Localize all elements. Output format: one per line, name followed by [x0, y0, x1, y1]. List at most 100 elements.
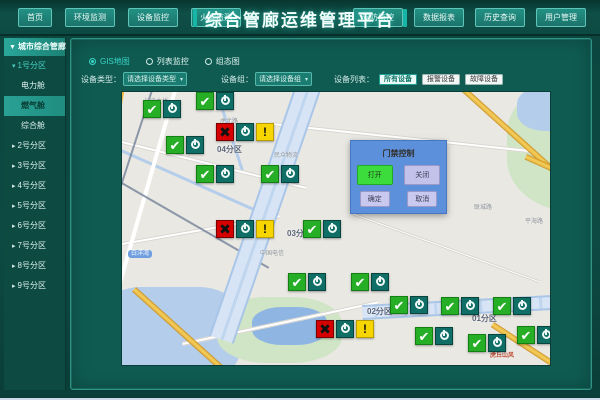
sidebar-item-0[interactable]: ▾1号分区: [4, 56, 65, 76]
nav-left-button-1[interactable]: 环境监测: [65, 8, 115, 27]
device-list-button-1[interactable]: 报警设备: [422, 74, 460, 85]
device-group-select[interactable]: 请选择设备组▾: [255, 72, 312, 86]
view-mode-label: 组态图: [216, 56, 240, 67]
device-marker-14[interactable]: ✔: [415, 327, 453, 345]
zone-label: 02分区: [367, 306, 392, 317]
device-list-buttons: 所有设备报警设备故障设备: [374, 74, 503, 84]
chevron-down-icon: ▼: [9, 44, 16, 51]
power-icon[interactable]: [336, 320, 354, 338]
power-icon[interactable]: [371, 273, 389, 291]
title-bar-right-icon: [403, 9, 407, 27]
device-marker-13[interactable]: ✔: [493, 297, 531, 315]
ok-button[interactable]: 确定: [360, 191, 390, 207]
status-ok-icon[interactable]: ✔: [196, 165, 214, 183]
sidebar-item-1[interactable]: 电力舱: [4, 76, 65, 96]
sidebar-item-3[interactable]: 综合舱: [4, 116, 65, 136]
power-icon[interactable]: [281, 165, 299, 183]
sidebar-root-node[interactable]: ▼城市综合管廊: [4, 38, 65, 56]
device-marker-12[interactable]: ✔: [441, 297, 479, 315]
power-icon[interactable]: [410, 296, 428, 314]
device-marker-9[interactable]: ✔: [351, 273, 389, 291]
status-ok-icon[interactable]: ✔: [415, 327, 433, 345]
power-icon[interactable]: [308, 273, 326, 291]
device-group-value: 请选择设备组: [259, 76, 301, 83]
status-ok-icon[interactable]: ✔: [390, 296, 408, 314]
power-icon[interactable]: [216, 165, 234, 183]
power-icon[interactable]: [323, 220, 341, 238]
view-mode-2[interactable]: 组态图: [205, 56, 240, 67]
cancel-button[interactable]: 取消: [407, 191, 437, 207]
device-marker-7[interactable]: ✔: [303, 220, 341, 238]
device-list-button-2[interactable]: 故障设备: [465, 74, 503, 85]
status-fault-icon[interactable]: ✖: [216, 220, 234, 238]
power-icon[interactable]: [435, 327, 453, 345]
warning-icon[interactable]: !: [356, 320, 374, 338]
sidebar-item-10[interactable]: ▸8号分区: [4, 256, 65, 276]
status-fault-icon[interactable]: ✖: [316, 320, 334, 338]
device-marker-4[interactable]: ✔: [196, 165, 234, 183]
sidebar-item-7[interactable]: ▸5号分区: [4, 196, 65, 216]
nav-right-button-3[interactable]: 用户管理: [536, 8, 586, 27]
title-bar-left-icon: [193, 9, 197, 27]
device-marker-11[interactable]: ✔: [390, 296, 428, 314]
sidebar-item-11[interactable]: ▸9号分区: [4, 276, 65, 296]
status-ok-icon[interactable]: ✔: [166, 136, 184, 154]
status-ok-icon[interactable]: ✔: [468, 334, 486, 352]
device-marker-0[interactable]: ✔: [143, 100, 181, 118]
sidebar-item-5[interactable]: ▸3号分区: [4, 156, 65, 176]
status-ok-icon[interactable]: ✔: [143, 100, 161, 118]
sidebar-item-4[interactable]: ▸2号分区: [4, 136, 65, 156]
app-window: 首页环境监测设备监控火灾监测 综合管廊运维管理平台 安防监控数据报表历史查询用户…: [0, 0, 600, 400]
device-marker-3[interactable]: ✔: [166, 136, 204, 154]
status-ok-icon[interactable]: ✔: [196, 92, 214, 110]
close-button[interactable]: 关闭: [404, 165, 440, 185]
status-ok-icon[interactable]: ✔: [288, 273, 306, 291]
power-icon[interactable]: [537, 326, 551, 344]
warning-icon[interactable]: !: [256, 220, 274, 238]
chevron-right-icon: ▸: [12, 163, 16, 170]
device-marker-5[interactable]: ✔: [261, 165, 299, 183]
sidebar-item-label: 5号分区: [18, 201, 46, 210]
device-marker-2[interactable]: ✖!: [216, 123, 274, 141]
status-ok-icon[interactable]: ✔: [493, 297, 511, 315]
power-icon[interactable]: [513, 297, 531, 315]
power-icon[interactable]: [186, 136, 204, 154]
chevron-right-icon: ▸: [12, 143, 16, 150]
status-ok-icon[interactable]: ✔: [351, 273, 369, 291]
status-ok-icon[interactable]: ✔: [261, 165, 279, 183]
sidebar-item-label: 7号分区: [18, 241, 46, 250]
view-mode-0[interactable]: GIS地图: [89, 56, 130, 67]
nav-right-button-2[interactable]: 历史查询: [475, 8, 525, 27]
device-list-button-0[interactable]: 所有设备: [379, 74, 417, 85]
status-fault-icon[interactable]: ✖: [216, 123, 234, 141]
status-ok-icon[interactable]: ✔: [303, 220, 321, 238]
sidebar-tree: ▾1号分区电力舱燃气舱综合舱▸2号分区▸3号分区▸4号分区▸5号分区▸6号分区▸…: [4, 56, 65, 296]
warning-icon[interactable]: !: [256, 123, 274, 141]
device-marker-15[interactable]: ✔: [468, 334, 506, 352]
power-icon[interactable]: [488, 334, 506, 352]
status-ok-icon[interactable]: ✔: [441, 297, 459, 315]
device-marker-1[interactable]: ✔: [196, 92, 234, 110]
status-ok-icon[interactable]: ✔: [517, 326, 535, 344]
power-icon[interactable]: [216, 92, 234, 110]
sidebar-item-2[interactable]: 燃气舱: [4, 96, 65, 116]
power-icon[interactable]: [461, 297, 479, 315]
poi-label: 平海路: [525, 216, 543, 225]
nav-left-button-2[interactable]: 设备监控: [128, 8, 178, 27]
open-button[interactable]: 打开: [357, 165, 393, 185]
nav-left-button-0[interactable]: 首页: [18, 8, 52, 27]
sidebar-item-8[interactable]: ▸6号分区: [4, 216, 65, 236]
sidebar-item-6[interactable]: ▸4号分区: [4, 176, 65, 196]
device-marker-8[interactable]: ✔: [288, 273, 326, 291]
device-type-select[interactable]: 请选择设备类型▾: [123, 72, 187, 86]
device-marker-6[interactable]: ✖!: [216, 220, 274, 238]
power-icon[interactable]: [236, 123, 254, 141]
nav-right-button-1[interactable]: 数据报表: [414, 8, 464, 27]
device-marker-16[interactable]: ✔: [517, 326, 551, 344]
view-mode-1[interactable]: 列表监控: [146, 56, 189, 67]
device-marker-10[interactable]: ✖!: [316, 320, 374, 338]
power-icon[interactable]: [236, 220, 254, 238]
power-icon[interactable]: [163, 100, 181, 118]
sidebar-item-9[interactable]: ▸7号分区: [4, 236, 65, 256]
map-canvas[interactable]: 04分区03分区02分区01分区 长浒大桥虎北路民众物流中国电信联城路平海路白洋…: [121, 91, 551, 366]
